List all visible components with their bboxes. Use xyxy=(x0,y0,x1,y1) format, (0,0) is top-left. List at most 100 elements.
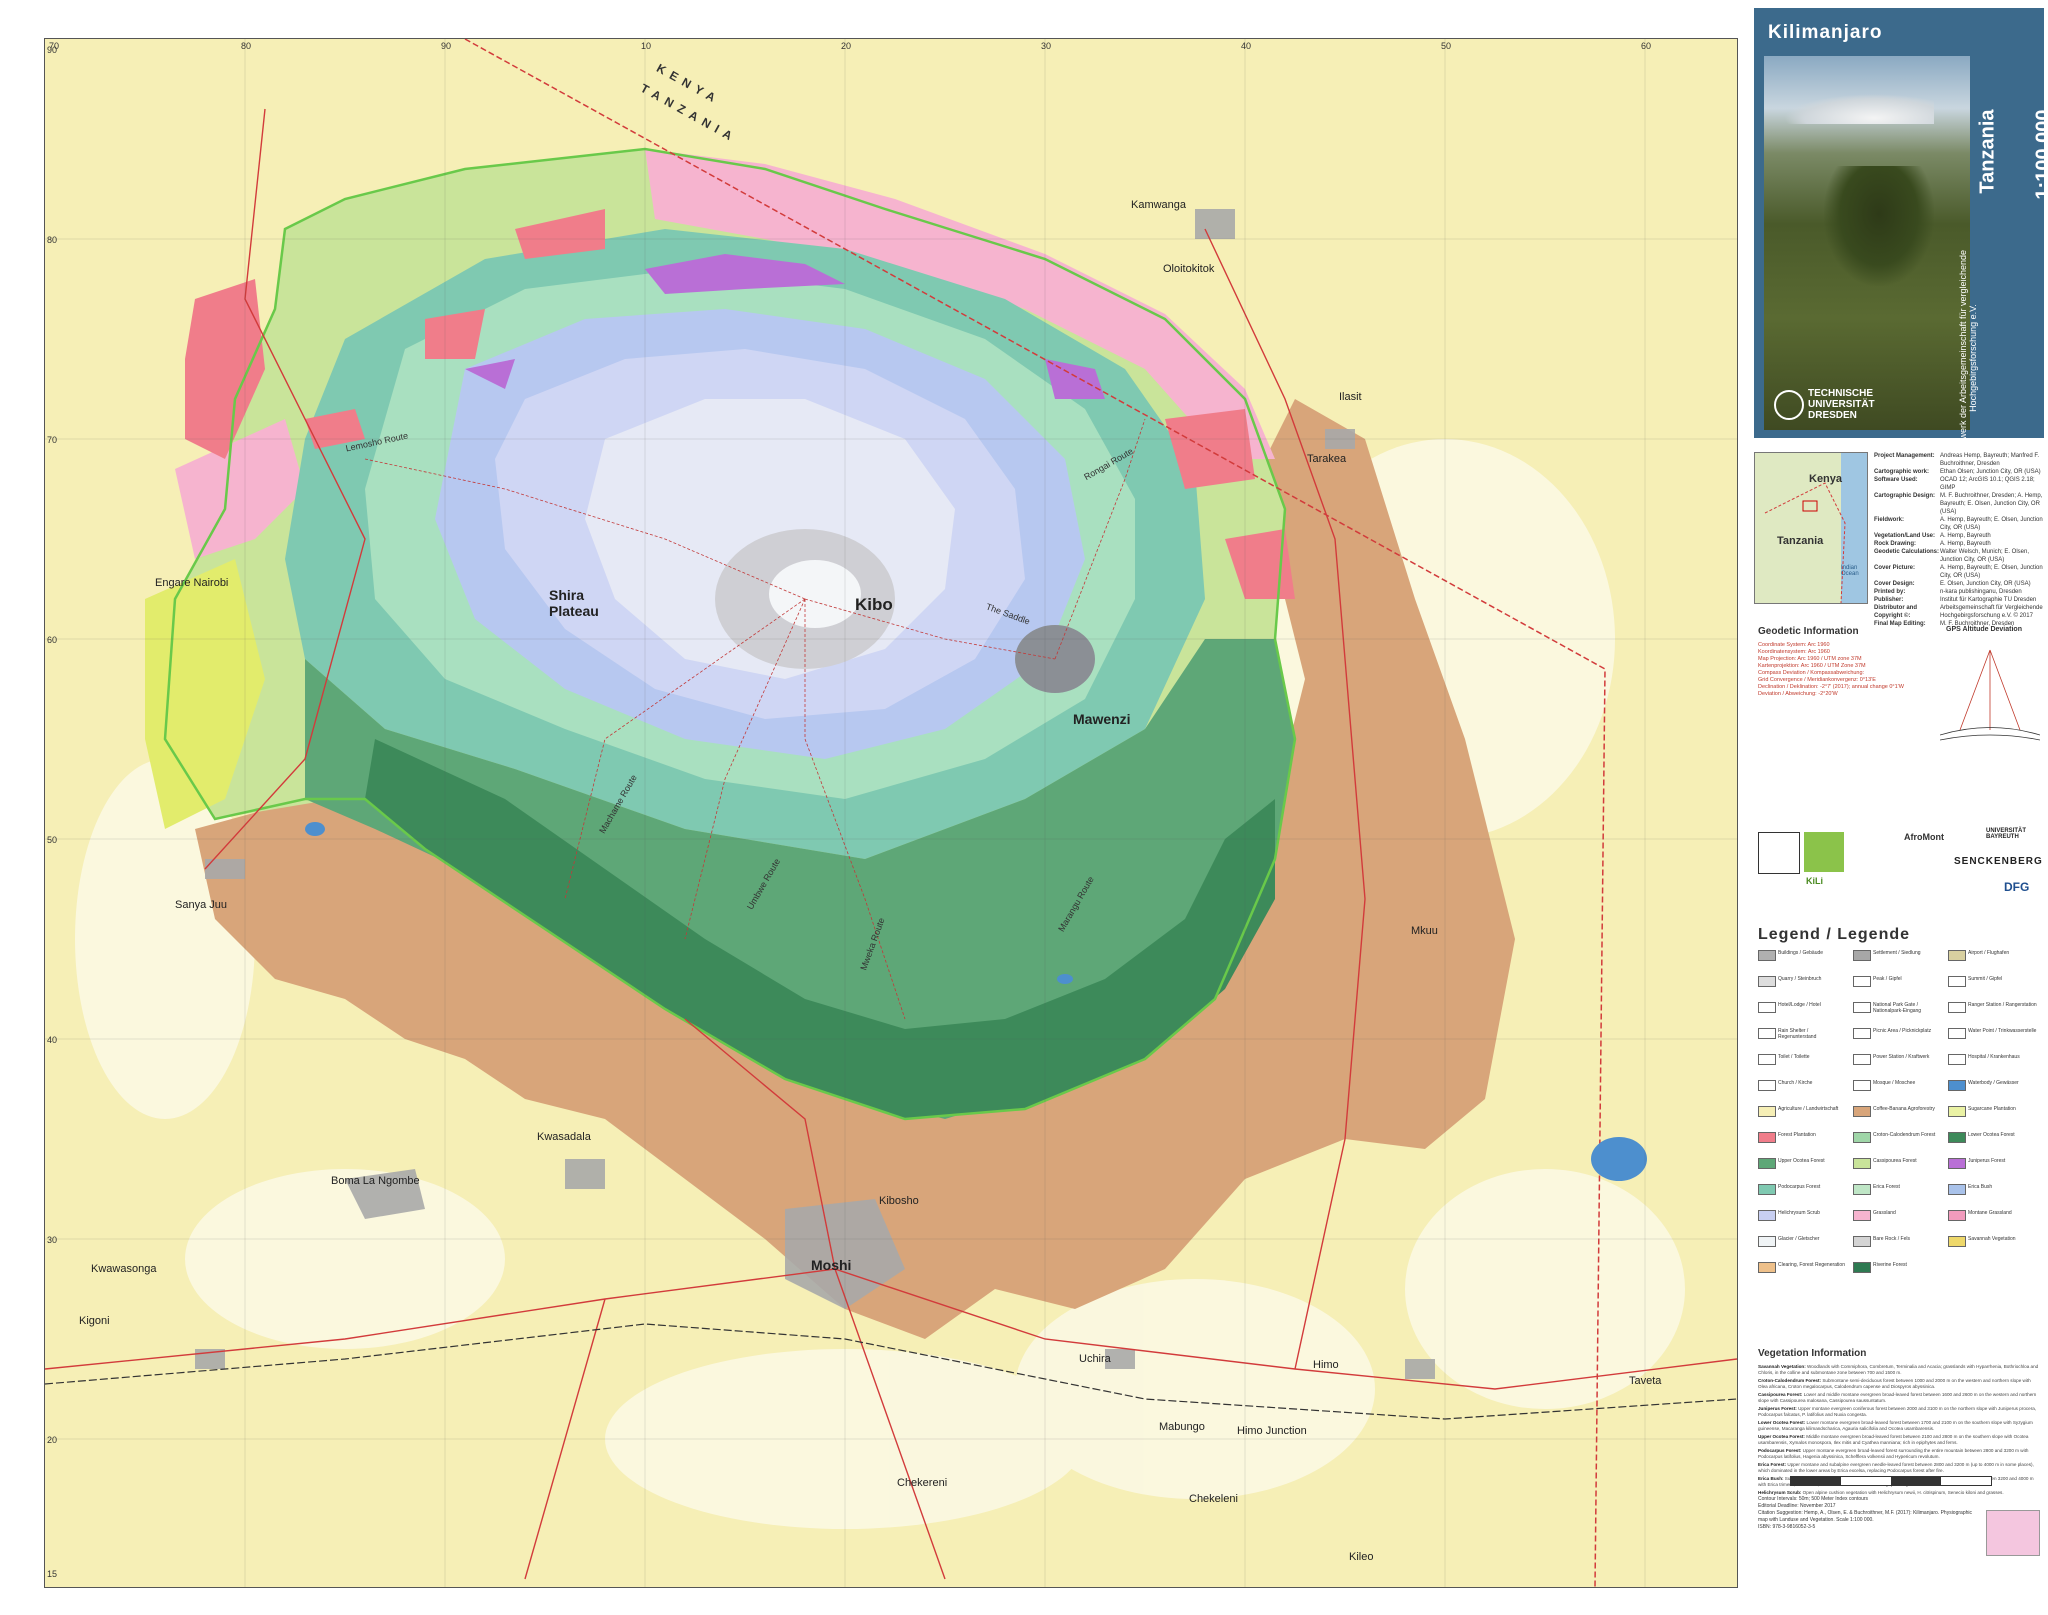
tree-silhouette xyxy=(1824,166,1934,286)
legend-swatch xyxy=(1758,1028,1776,1039)
legend-swatch xyxy=(1948,1028,1966,1039)
credit-value: Andreas Hemp, Bayreuth; Manfred F. Buchr… xyxy=(1940,453,2040,467)
credit-row: Fieldwork: A. Hemp, Bayreuth; E. Olsen, J… xyxy=(1874,516,2044,532)
legend-swatch xyxy=(1948,1002,1966,1013)
legend-label: Church / Kirche xyxy=(1778,1080,1813,1086)
credit-key: Project Management: xyxy=(1874,453,1935,459)
himo-label[interactable]: Himo xyxy=(1313,1359,1339,1371)
himo-junction-label[interactable]: Himo Junction xyxy=(1237,1425,1307,1437)
scale-bar xyxy=(1790,1476,1992,1486)
grid-label-top: 30 xyxy=(1041,41,1052,51)
kiboroloni-label[interactable]: Kibosho xyxy=(879,1195,919,1207)
legend-swatch xyxy=(1948,1236,1966,1247)
kamwanga-label[interactable]: Kamwanga xyxy=(1131,199,1186,211)
ilasit-label[interactable]: Ilasit xyxy=(1339,391,1362,403)
map-sidebar-panel: Kilimanjaro TECHNISCHE UNIVERSITÄT DRESD… xyxy=(1750,0,2048,1615)
sponsor-logo xyxy=(1758,832,1800,874)
credit-row: Distributor and Copyright ©: Arbeitsgemei… xyxy=(1874,604,2044,620)
grid-label-top: 60 xyxy=(1641,41,1652,51)
citation-note: Citation Suggestion: Hemp, A., Olsen, E.… xyxy=(1758,1510,1972,1523)
credit-value: A. Hemp, Bayreuth; E. Olsen, Junction Ci… xyxy=(1940,517,2043,531)
legend-label: Croton-Calodendrum Forest xyxy=(1873,1132,1936,1138)
engare-nairobi-label[interactable]: Engare Nairobi xyxy=(155,577,228,589)
sanya-juu-label[interactable]: Sanya Juu xyxy=(175,899,227,911)
legend-swatch xyxy=(1853,1106,1871,1117)
legend-label: Upper Ocotea Forest xyxy=(1778,1158,1825,1164)
grid-label-left: 30 xyxy=(47,1235,58,1245)
vegetation-paragraph: Croton-Calodendrum Forest: Submontane se… xyxy=(1758,1378,2031,1389)
legend-label: Bare Rock / Fels xyxy=(1873,1236,1910,1242)
legend-label: Riverine Forest xyxy=(1873,1262,1907,1268)
university-line: TECHNISCHE xyxy=(1808,388,1874,399)
legend-swatch xyxy=(1948,1080,1966,1091)
grid-label-left: 70 xyxy=(47,435,58,445)
oloitokitok-label[interactable]: Oloitokitok xyxy=(1163,263,1214,275)
geodetic-title: Geodetic Information xyxy=(1758,626,1859,637)
grid-label-left: 60 xyxy=(47,635,58,645)
credit-row: Vegetation/Land Use: A. Hemp, Bayreuth xyxy=(1874,532,2044,540)
legend-swatch xyxy=(1853,1262,1871,1273)
credit-value: Arbeitsgemeinschaft für Vergleichende Ho… xyxy=(1940,605,2043,619)
legend-label: Erica Bush xyxy=(1968,1184,1993,1190)
credit-value: M. F. Buchroithner, Dresden; A. Hemp, Ba… xyxy=(1940,493,2043,515)
kwawasonga-label[interactable]: Kwawasonga xyxy=(91,1263,156,1275)
grid-label-top: 10 xyxy=(641,41,652,51)
legend-label: Erica Forest xyxy=(1873,1184,1900,1190)
taveta-label[interactable]: Taveta xyxy=(1629,1375,1661,1387)
credit-key: Cover Picture: xyxy=(1874,565,1916,571)
kibo-label: Kibo xyxy=(855,595,893,614)
legend-swatch xyxy=(1758,1158,1776,1169)
uchira-label[interactable]: Uchira xyxy=(1079,1353,1111,1365)
grid-label-top: 20 xyxy=(841,41,852,51)
legend-label: Agriculture / Landwirtschaft xyxy=(1778,1106,1839,1112)
credit-value: OCAD 12; ArcGIS 10.1; QGIS 2.18; GIMP xyxy=(1940,477,2035,491)
chekereni-label[interactable]: Chekereni xyxy=(897,1477,947,1489)
map-frame[interactable]: 70 80 90 10 20 30 40 50 60 90 80 70 60 5… xyxy=(44,38,1738,1588)
boma-la-ngombe-label[interactable]: Boma La Ngombe xyxy=(331,1175,420,1187)
mabungo-label[interactable]: Mabungo xyxy=(1159,1421,1205,1433)
university-line: DRESDEN xyxy=(1808,410,1857,421)
gps-title: GPS Altitude Deviation xyxy=(1946,626,2022,633)
credit-key: Publisher: xyxy=(1874,597,1904,603)
legend-label: Helichrysum Scrub xyxy=(1778,1210,1820,1216)
vegetation-paragraph: Erica Forest: Upper montane and subalpin… xyxy=(1758,1462,2034,1473)
legend-label: Summit / Gipfel xyxy=(1968,976,2003,982)
kwasadala-label[interactable]: Kwasadala xyxy=(537,1131,591,1143)
kibo-glacier xyxy=(769,560,861,628)
credit-row: Software Used: OCAD 12; ArcGIS 10.1; QGIS… xyxy=(1874,476,2044,492)
credit-value: Walter Welsch, Munich; E. Olsen, Junctio… xyxy=(1940,549,2030,563)
legend-label: Savannah Vegetation xyxy=(1968,1236,2016,1242)
legend-label: Rain Shelter / Regenunterstand xyxy=(1778,1028,1817,1040)
vegetation-paragraph: Lower Ocotea Forest: Lower montane everg… xyxy=(1758,1420,2033,1431)
legend-label: Montane Grassland xyxy=(1968,1210,2012,1216)
vegetation-map[interactable] xyxy=(45,39,1737,1587)
credit-key: Cartographic Design: xyxy=(1874,493,1936,499)
vegetation-paragraph: Podocarpus Forest: Upper montane evergre… xyxy=(1758,1448,2029,1459)
legend-swatch xyxy=(1758,1236,1776,1247)
title-band: Kilimanjaro TECHNISCHE UNIVERSITÄT DRESD… xyxy=(1754,8,2048,466)
legend-label: Juniperus Forest xyxy=(1968,1158,2006,1164)
legend-swatch xyxy=(1758,1132,1776,1143)
legend-label: Sugarcane Plantation xyxy=(1968,1106,2016,1112)
chekeleni-label[interactable]: Chekeleni xyxy=(1189,1493,1238,1505)
credit-key: Vegetation/Land Use: xyxy=(1874,533,1936,539)
legend-swatch xyxy=(1853,1028,1871,1039)
legend-label: Grassland xyxy=(1873,1210,1896,1216)
sponsor-kili: KiLi xyxy=(1806,876,1823,886)
sponsor-logo xyxy=(1804,832,1844,872)
legend: Buildings / Gebäude Settlement / Siedlung… xyxy=(1758,950,2042,1330)
tarakea-label[interactable]: Tarakea xyxy=(1307,453,1346,465)
mkuu-label[interactable]: Mkuu xyxy=(1411,925,1438,937)
locator-ocean-label: Indian Ocean xyxy=(1841,565,1859,577)
kigoni-label[interactable]: Kigoni xyxy=(79,1315,110,1327)
credit-value: n-kara publishinganu, Dresden xyxy=(1940,589,2022,595)
legend-label: Coffee-Banana Agroforestry xyxy=(1873,1106,1935,1112)
mawenzi-label: Mawenzi xyxy=(1073,711,1131,727)
credit-value: E. Olsen, Junction City, OR (USA) xyxy=(1940,581,2031,587)
kilimanjaro-snowcap xyxy=(1784,94,1934,124)
kileo-label[interactable]: Kileo xyxy=(1349,1551,1373,1563)
credit-row: Project Management: Andreas Hemp, Bayreut… xyxy=(1874,452,2044,468)
legend-swatch xyxy=(1758,1080,1776,1091)
tu-dresden-emblem-icon xyxy=(1774,390,1804,420)
moshi-label[interactable]: Moshi xyxy=(811,1257,851,1273)
